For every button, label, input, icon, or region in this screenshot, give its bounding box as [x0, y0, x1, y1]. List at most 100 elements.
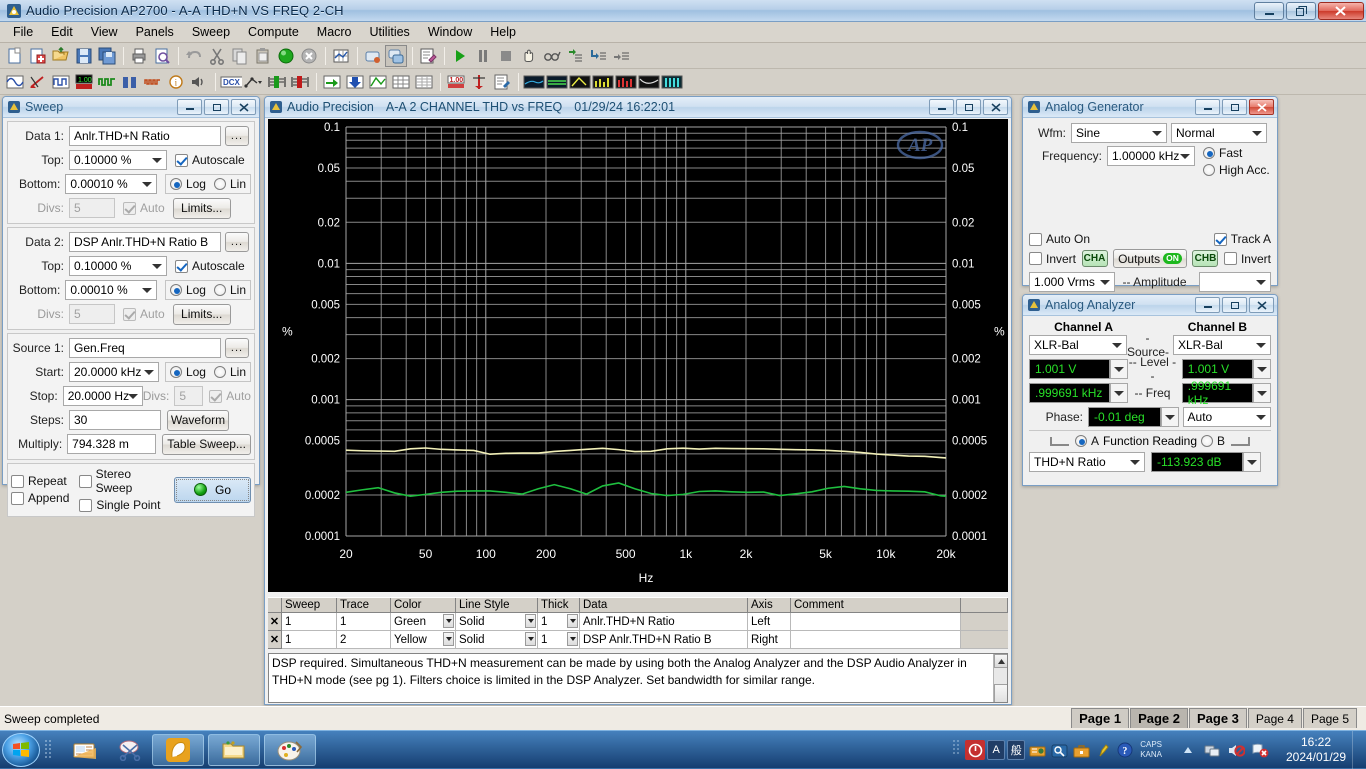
minimize-button[interactable]	[1254, 2, 1284, 20]
source-auto-checkbox[interactable]: Auto	[209, 389, 251, 403]
menu-item-macro[interactable]: Macro	[308, 23, 361, 41]
graph-preset-5-icon[interactable]	[615, 71, 637, 93]
taskbar-clock[interactable]: 16:22 2024/01/29	[1280, 735, 1352, 765]
tray-network-icon[interactable]	[1202, 740, 1222, 760]
data2-limits-button[interactable]: Limits...	[173, 304, 231, 325]
data1-autoscale-checkbox[interactable]: Autoscale	[175, 153, 245, 167]
insert-after-icon[interactable]	[610, 45, 632, 67]
table-grid-icon[interactable]	[413, 71, 435, 93]
trace-row1-thick-dropdown-icon[interactable]	[567, 614, 578, 628]
waveform-combo[interactable]: Sine	[1071, 123, 1167, 143]
data1-divs-field[interactable]: 5	[69, 198, 115, 218]
source-log-radio[interactable]: Log	[170, 365, 206, 379]
sweep-minimize-button[interactable]	[177, 99, 202, 115]
graph-preset-6-icon[interactable]	[638, 71, 660, 93]
table-row[interactable]: ✕ 1 2 Yellow Solid 1 DSP Anlr.THD+N Rati…	[268, 631, 1008, 649]
phase-mode-combo[interactable]: Auto	[1183, 407, 1271, 427]
taskbar-window-paint[interactable]	[264, 734, 316, 766]
new-icon[interactable]	[4, 45, 26, 67]
trace-row2-linestyle-dropdown-icon[interactable]	[525, 632, 536, 646]
taskbar-window-explorer[interactable]	[208, 734, 260, 766]
data1-limits-button[interactable]: Limits...	[173, 198, 231, 219]
table-row[interactable]: ✕ 1 1 Green Solid 1 Anlr.THD+N Ratio Lef…	[268, 613, 1008, 631]
ime-mode-alpha[interactable]: A	[987, 740, 1005, 760]
undo-icon[interactable]	[183, 45, 205, 67]
multiply-field[interactable]: 794.328 m	[67, 434, 156, 454]
source-a-combo[interactable]: XLR-Bal	[1029, 335, 1127, 355]
ime-power-icon[interactable]	[965, 740, 985, 760]
ime-toolbox-icon[interactable]	[1071, 740, 1091, 760]
freq-a-dropdown[interactable]	[1110, 383, 1128, 403]
analyzer-minimize-button[interactable]	[1195, 297, 1220, 313]
copy-icon[interactable]	[229, 45, 251, 67]
chart-plot-area[interactable]: AP0.00010.00010.00020.00020.00050.00050.…	[268, 119, 1008, 592]
menu-item-sweep[interactable]: Sweep	[183, 23, 239, 41]
graph-preset-3-icon[interactable]	[569, 71, 591, 93]
dcx-icon[interactable]: DCX	[220, 71, 242, 93]
tray-grip[interactable]	[952, 738, 964, 763]
data2-auto-checkbox[interactable]: Auto	[123, 307, 165, 321]
stop-combo[interactable]: 20.0000 Hz	[63, 386, 143, 406]
graph-green-icon[interactable]	[367, 71, 389, 93]
analyzer-maximize-button[interactable]	[1222, 297, 1247, 313]
amplitude-b-combo[interactable]	[1199, 272, 1271, 292]
graph-preset-2-icon[interactable]	[546, 71, 568, 93]
speaker-icon[interactable]	[188, 71, 210, 93]
level-b-dropdown[interactable]	[1253, 359, 1271, 379]
data2-browse-button[interactable]: ...	[225, 232, 249, 252]
ime-dictionary-icon[interactable]	[1027, 740, 1047, 760]
trace-row2-enable[interactable]: ✕	[268, 631, 282, 649]
trace-row1-enable[interactable]: ✕	[268, 613, 282, 631]
source-lin-radio[interactable]: Lin	[214, 365, 246, 379]
trace-row1-color-dropdown-icon[interactable]	[443, 614, 454, 628]
function-combo[interactable]: THD+N Ratio	[1029, 452, 1145, 472]
waveform-sweep-icon[interactable]	[27, 71, 49, 93]
taskbar-grip[interactable]	[44, 738, 58, 762]
ime-pen-icon[interactable]	[1093, 740, 1113, 760]
data2-bottom-combo[interactable]: 0.00010 %	[65, 280, 157, 300]
stop-gray-icon[interactable]	[298, 45, 320, 67]
graph-minimize-button[interactable]	[929, 99, 954, 115]
source1-browse-button[interactable]: ...	[225, 338, 249, 358]
trace-row2-thick[interactable]: 1	[538, 631, 580, 649]
menu-item-edit[interactable]: Edit	[42, 23, 82, 41]
source1-field[interactable]: Gen.Freq	[69, 338, 221, 358]
chb-button[interactable]: CHB	[1192, 250, 1218, 267]
quicklaunch-mail-icon[interactable]	[68, 735, 102, 765]
insert-below-icon[interactable]	[587, 45, 609, 67]
frequency-combo[interactable]: 1.00000 kHz	[1107, 146, 1195, 166]
waveform-ripple-icon[interactable]	[142, 71, 164, 93]
switcher-green-icon[interactable]	[266, 71, 288, 93]
switcher-red-icon[interactable]	[289, 71, 311, 93]
comment-textarea[interactable]: DSP required. Simultaneous THD+N measure…	[268, 653, 1008, 703]
graph-preset-7-icon[interactable]	[661, 71, 683, 93]
waveform-square-icon[interactable]	[50, 71, 72, 93]
invert-b-checkbox[interactable]: Invert	[1224, 252, 1271, 266]
data1-auto-checkbox[interactable]: Auto	[123, 201, 165, 215]
sweep-maximize-button[interactable]	[204, 99, 229, 115]
trace-row2-color[interactable]: Yellow	[391, 631, 456, 649]
cut-icon[interactable]	[206, 45, 228, 67]
start-combo[interactable]: 20.0000 kHz	[69, 362, 159, 382]
cha-button[interactable]: CHA	[1082, 250, 1108, 267]
info-icon[interactable]: i	[165, 71, 187, 93]
tab-page-2[interactable]: Page 2	[1130, 708, 1188, 728]
invert-a-checkbox[interactable]: Invert	[1029, 252, 1076, 266]
menu-item-compute[interactable]: Compute	[239, 23, 308, 41]
comment-scroll-up-icon[interactable]	[994, 654, 1008, 668]
analyzer-close-button[interactable]	[1249, 297, 1274, 313]
go-button[interactable]: Go	[174, 477, 251, 503]
generator-mode-combo[interactable]: Normal	[1171, 123, 1267, 143]
graph-preset-4-icon[interactable]	[592, 71, 614, 93]
function-reading-a-radio[interactable]: A	[1075, 434, 1099, 448]
generator-close-button[interactable]	[1249, 99, 1274, 115]
tray-action-center-icon[interactable]	[1250, 740, 1270, 760]
meter-icon[interactable]: 1.00	[73, 71, 95, 93]
trace-row2-linestyle[interactable]: Solid	[456, 631, 538, 649]
save-all-icon[interactable]	[96, 45, 118, 67]
menu-item-view[interactable]: View	[82, 23, 127, 41]
restore-button[interactable]	[1286, 2, 1316, 20]
waveform-button[interactable]: Waveform	[167, 410, 229, 431]
readings-icon[interactable]: 1.00	[445, 71, 467, 93]
tab-page-1[interactable]: Page 1	[1071, 708, 1129, 728]
